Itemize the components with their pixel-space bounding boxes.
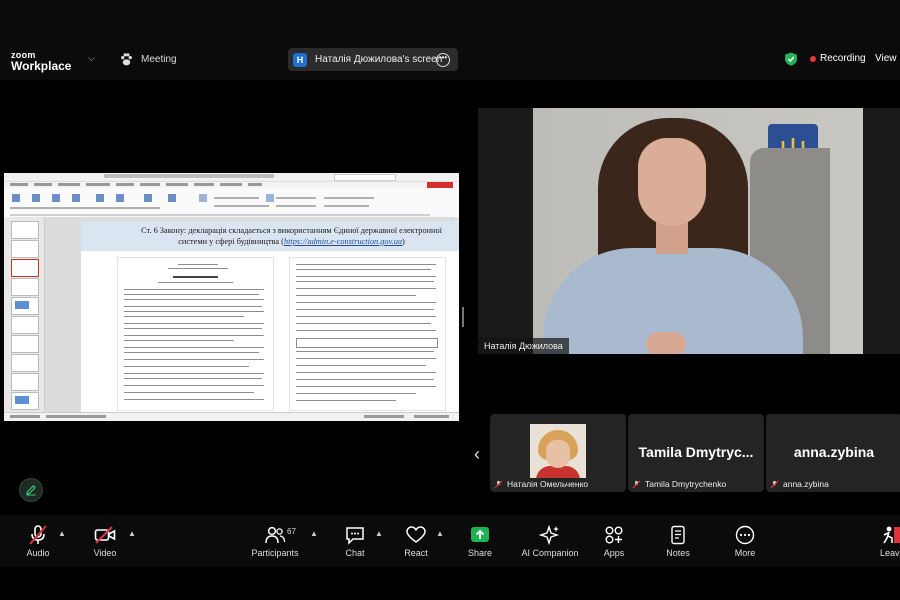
participant-name: Наталія Омельченко	[507, 479, 589, 489]
muted-mic-icon	[29, 525, 47, 545]
heart-react-icon	[406, 526, 426, 543]
notes-icon	[671, 525, 685, 545]
video-options-chevron-up-icon[interactable]: ▲	[128, 529, 136, 538]
powerpoint-search-box	[334, 174, 396, 181]
leave-button[interactable]: Leave	[876, 515, 900, 567]
top-bar: zoom Workplace ⌵ Meeting H Наталія Дюжил…	[0, 0, 900, 80]
recording-label: Recording	[820, 53, 866, 64]
participant-name: Tamila Dmytrychenko	[645, 479, 727, 489]
participants-button[interactable]: Participants	[248, 515, 302, 567]
muted-mic-icon	[770, 479, 779, 489]
notes-button[interactable]: Notes	[658, 515, 698, 567]
react-label: React	[404, 548, 428, 558]
shared-screen-title: Наталія Дюжилова's screen	[315, 54, 443, 65]
share-options-more-icon[interactable]: •••	[436, 53, 450, 67]
shared-screen-content: Ст. 6 Закону: декларація складається з в…	[4, 173, 459, 421]
participant-display-name: anna.zybina	[793, 444, 875, 460]
powerpoint-ribbon	[4, 188, 459, 219]
encryption-shield-icon[interactable]	[784, 52, 798, 66]
react-button[interactable]: React	[396, 515, 436, 567]
declaration-document-page-2	[289, 257, 446, 411]
powerpoint-title-bar	[4, 173, 459, 182]
more-button[interactable]: More	[725, 515, 765, 567]
chat-label: Chat	[345, 548, 365, 558]
more-label: More	[734, 548, 756, 558]
participants-icon	[265, 526, 286, 544]
speaker-name-label: Наталія Дюжилова	[478, 338, 569, 354]
shared-screen-indicator[interactable]: H Наталія Дюжилова's screen •••	[288, 48, 458, 71]
apps-label: Apps	[603, 548, 625, 558]
pencil-icon	[26, 485, 36, 496]
participant-display-name: Tamila Dmytryc...	[638, 444, 754, 460]
ai-companion-label: AI Companion	[521, 548, 579, 558]
video-label: Video	[93, 548, 117, 558]
audio-button[interactable]: Audio	[18, 515, 58, 567]
slide-thumbnails-pane	[4, 217, 45, 413]
more-ellipsis-icon	[735, 525, 755, 545]
participant-tile[interactable]: Наталія Омельченко	[490, 414, 626, 492]
powerpoint-status-bar	[4, 412, 459, 421]
split-view-resize-handle[interactable]	[462, 307, 464, 327]
slide-title-end: )	[402, 237, 405, 246]
muted-mic-icon	[632, 479, 641, 489]
participant-tile[interactable]: Tamila Dmytryc... Tamila Dmytrychenko	[628, 414, 764, 492]
share-button[interactable]: Share	[460, 515, 500, 567]
view-button[interactable]: View	[875, 53, 897, 64]
participant-tile[interactable]: anna.zybina anna.zybina	[766, 414, 900, 492]
logo-workplace-text: Workplace	[11, 59, 72, 73]
zoom-workplace-logo: zoom Workplace	[11, 50, 71, 72]
slide-title: Ст. 6 Закону: декларація складається з в…	[129, 225, 454, 247]
leave-label: Leave	[880, 548, 900, 558]
participant-photo	[530, 424, 586, 478]
declaration-document-page-1	[117, 257, 274, 411]
meeting-label: Meeting	[141, 54, 177, 65]
apps-button[interactable]: Apps	[595, 515, 633, 567]
paw-icon	[121, 53, 132, 66]
ai-companion-button[interactable]: AI Companion	[517, 515, 583, 567]
leave-door-icon	[883, 526, 900, 544]
audio-options-chevron-up-icon[interactable]: ▲	[58, 529, 66, 538]
meeting-info-button[interactable]: Meeting	[119, 52, 177, 67]
video-off-icon	[94, 526, 116, 544]
active-speaker-video[interactable]	[478, 108, 900, 354]
gallery-previous-chevron-left-icon[interactable]: ‹	[474, 444, 480, 465]
app-menu-chevron-down-icon[interactable]: ⌵	[88, 53, 95, 64]
slide-editing-area: Ст. 6 Закону: декларація складається з в…	[45, 217, 459, 413]
annotate-pencil-button[interactable]	[19, 478, 43, 502]
video-button[interactable]: Video	[85, 515, 125, 567]
react-options-chevron-up-icon[interactable]: ▲	[436, 529, 444, 538]
chat-button[interactable]: Chat	[335, 515, 375, 567]
slide-title-url: https://admin.e-construction.gov.ua	[283, 237, 403, 246]
chat-icon	[346, 527, 364, 545]
sharer-avatar-badge: H	[293, 52, 307, 67]
meeting-controls-toolbar: Audio ▲ Video ▲ Participants 67 ▲ Chat ▲	[0, 515, 900, 567]
notes-label: Notes	[666, 548, 690, 558]
share-screen-icon	[471, 527, 489, 542]
participants-count: 67	[287, 527, 296, 536]
recording-dot-icon	[810, 55, 816, 62]
recording-indicator[interactable]: Recording	[810, 53, 866, 64]
share-label: Share	[467, 548, 493, 558]
participant-name: anna.zybina	[783, 479, 829, 489]
apps-icon	[605, 526, 623, 544]
participants-label: Participants	[251, 548, 299, 558]
participants-options-chevron-up-icon[interactable]: ▲	[310, 529, 318, 538]
chat-options-chevron-up-icon[interactable]: ▲	[375, 529, 383, 538]
current-slide: Ст. 6 Закону: декларація складається з в…	[81, 221, 459, 412]
muted-mic-icon	[494, 479, 503, 489]
audio-label: Audio	[26, 548, 50, 558]
ai-sparkle-icon	[539, 525, 560, 545]
